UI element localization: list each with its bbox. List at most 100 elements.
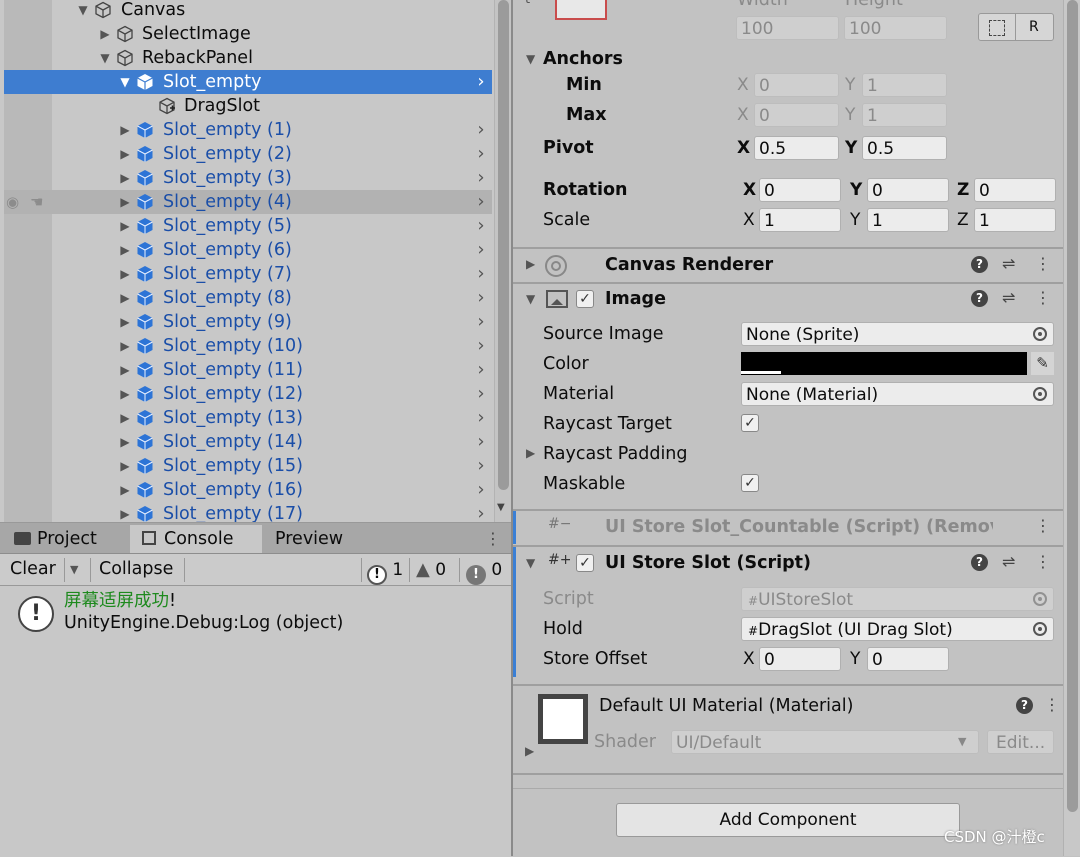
inspector-scroll-thumb[interactable] (1067, 0, 1078, 812)
expand-arrow-right-icon[interactable]: ▶ (118, 502, 132, 522)
tab-preview[interactable]: Preview (275, 525, 343, 553)
shader-dropdown[interactable]: UI/Default (671, 730, 979, 754)
kebab-menu-icon[interactable]: ⋮ (1035, 516, 1051, 535)
removed-script-header[interactable]: #− UI Store Slot_Countable (Script) (Rem… (513, 511, 1063, 544)
error-count-toggle[interactable]: ! 0 (466, 558, 502, 585)
expand-arrow-right-icon[interactable]: ▶ (118, 334, 132, 358)
hierarchy-row[interactable]: ▶ Slot_empty (11) › (4, 358, 492, 382)
inspector-scrollbar[interactable] (1063, 0, 1080, 856)
hierarchy-row[interactable]: ▶ Slot_empty (13) › (4, 406, 492, 430)
expand-arrow-right-icon[interactable]: ▶ (118, 214, 132, 238)
max-y-field[interactable]: 1 (862, 103, 947, 127)
hierarchy-row[interactable]: ▶ Slot_empty (5) › (4, 214, 492, 238)
open-prefab-chevron-icon[interactable]: › (472, 190, 490, 214)
canvas-renderer-header[interactable]: ▶ Canvas Renderer ? ⇌ ⋮ (513, 249, 1063, 282)
open-prefab-chevron-icon[interactable]: › (472, 358, 490, 382)
open-prefab-chevron-icon[interactable]: › (472, 502, 490, 522)
min-x-field[interactable]: 0 (754, 73, 839, 97)
object-picker-icon[interactable] (1033, 387, 1047, 401)
image-enabled-checkbox[interactable]: ✓ (576, 290, 594, 308)
expand-arrow-right-icon[interactable]: ▶ (118, 382, 132, 406)
offset-y-field[interactable]: 0 (867, 647, 949, 671)
tab-console[interactable]: Console (130, 525, 262, 553)
eyedropper-icon[interactable]: ✎ (1031, 352, 1054, 375)
hierarchy-row[interactable]: ▶ Slot_empty (15) › (4, 454, 492, 478)
rotation-z-field[interactable]: 0 (974, 178, 1056, 202)
scale-y-field[interactable]: 1 (867, 208, 949, 232)
pickable-hand-icon[interactable]: ☚ (30, 190, 43, 214)
open-prefab-chevron-icon[interactable]: › (472, 334, 490, 358)
collapse-button[interactable]: Collapse (99, 554, 173, 585)
help-icon[interactable]: ? (1016, 697, 1033, 714)
max-x-field[interactable]: 0 (754, 103, 839, 127)
store-slot-enabled-checkbox[interactable]: ✓ (576, 554, 594, 572)
hierarchy-row[interactable]: ▼ Slot_empty › (4, 70, 492, 94)
raw-edit-button[interactable]: R (1029, 16, 1039, 38)
open-prefab-chevron-icon[interactable]: › (472, 214, 490, 238)
foldout-arrow-icon[interactable]: ▶ (526, 257, 535, 271)
width-field[interactable]: 100 (736, 16, 839, 40)
hierarchy-row[interactable]: ▶ Slot_empty (6) › (4, 238, 492, 262)
open-prefab-chevron-icon[interactable]: › (472, 454, 490, 478)
expand-arrow-right-icon[interactable]: ▶ (118, 190, 132, 214)
anchors-label[interactable]: Anchors (543, 47, 623, 71)
expand-arrow-right-icon[interactable]: ▶ (118, 238, 132, 262)
color-swatch[interactable] (741, 352, 1027, 375)
offset-x-field[interactable]: 0 (759, 647, 841, 671)
material-field[interactable]: None (Material) (741, 382, 1054, 406)
height-field[interactable]: 100 (844, 16, 947, 40)
store-slot-header[interactable]: ▼ #+ ✓ UI Store Slot (Script) ? ⇌ ⋮ (513, 547, 1063, 580)
presets-icon[interactable]: ⇌ (1002, 254, 1015, 273)
expand-arrow-right-icon[interactable]: ▶ (118, 286, 132, 310)
kebab-menu-icon[interactable]: ⋮ (1035, 254, 1051, 273)
hierarchy-scroll-thumb[interactable] (498, 0, 509, 490)
help-icon[interactable]: ? (971, 290, 988, 307)
hierarchy-scrollbar[interactable]: ▼ (494, 0, 512, 522)
hierarchy-row[interactable]: ▶ Slot_empty (1) › (4, 118, 492, 142)
pivot-x-field[interactable]: 0.5 (754, 136, 839, 160)
hierarchy-row[interactable]: DragSlot (4, 94, 492, 118)
clear-dropdown-arrow-icon[interactable]: ▼ (70, 554, 78, 585)
expand-arrow-down-icon[interactable]: ▼ (118, 70, 132, 94)
hierarchy-row[interactable]: ▶ Slot_empty (10) › (4, 334, 492, 358)
open-prefab-chevron-icon[interactable]: › (472, 70, 490, 94)
expand-arrow-down-icon[interactable]: ▼ (76, 0, 90, 22)
hierarchy-row[interactable]: ▶ Slot_empty (7) › (4, 262, 492, 286)
presets-icon[interactable]: ⇌ (1002, 288, 1015, 307)
hierarchy-row[interactable]: ▶ Slot_empty (3) › (4, 166, 492, 190)
help-icon[interactable]: ? (971, 554, 988, 571)
scale-z-field[interactable]: 1 (974, 208, 1056, 232)
info-count-toggle[interactable]: ! 1 (367, 558, 403, 585)
warning-count-toggle[interactable]: ▲ 0 (416, 558, 446, 582)
raycast-padding-label[interactable]: Raycast Padding (543, 442, 688, 466)
help-icon[interactable]: ? (971, 256, 988, 273)
add-component-button[interactable]: Add Component (616, 803, 960, 837)
kebab-menu-icon[interactable]: ⋮ (485, 525, 501, 553)
hierarchy-row[interactable]: ▶ Slot_empty (8) › (4, 286, 492, 310)
hierarchy-row[interactable]: ▶ Slot_empty (14) › (4, 430, 492, 454)
kebab-menu-icon[interactable]: ⋮ (1035, 288, 1051, 307)
expand-arrow-right-icon[interactable]: ▶ (118, 454, 132, 478)
expand-arrow-right-icon[interactable]: ▶ (118, 478, 132, 502)
tab-project[interactable]: Project (14, 525, 97, 553)
open-prefab-chevron-icon[interactable]: › (472, 118, 490, 142)
hold-field[interactable]: #DragSlot (UI Drag Slot) (741, 617, 1054, 641)
expand-arrow-right-icon[interactable]: ▶ (118, 118, 132, 142)
expand-arrow-right-icon[interactable]: ▶ (118, 310, 132, 334)
foldout-arrow-icon[interactable]: ▼ (526, 292, 535, 306)
expand-arrow-right-icon[interactable]: ▶ (98, 22, 112, 46)
object-picker-icon[interactable] (1033, 327, 1047, 341)
expand-arrow-right-icon[interactable]: ▶ (118, 406, 132, 430)
clear-button[interactable]: Clear (10, 554, 56, 585)
presets-icon[interactable]: ⇌ (1002, 552, 1015, 571)
expand-arrow-right-icon[interactable]: ▶ (118, 166, 132, 190)
kebab-menu-icon[interactable]: ⋮ (1035, 552, 1051, 571)
scroll-down-arrow-icon[interactable]: ▼ (497, 502, 505, 513)
foldout-arrow-icon[interactable]: ▶ (525, 744, 534, 758)
scale-x-field[interactable]: 1 (759, 208, 841, 232)
shader-edit-button[interactable]: Edit... (987, 730, 1054, 754)
open-prefab-chevron-icon[interactable]: › (472, 142, 490, 166)
hierarchy-row[interactable]: ▶ SelectImage (4, 22, 492, 46)
expand-arrow-right-icon[interactable]: ▶ (118, 142, 132, 166)
open-prefab-chevron-icon[interactable]: › (472, 286, 490, 310)
